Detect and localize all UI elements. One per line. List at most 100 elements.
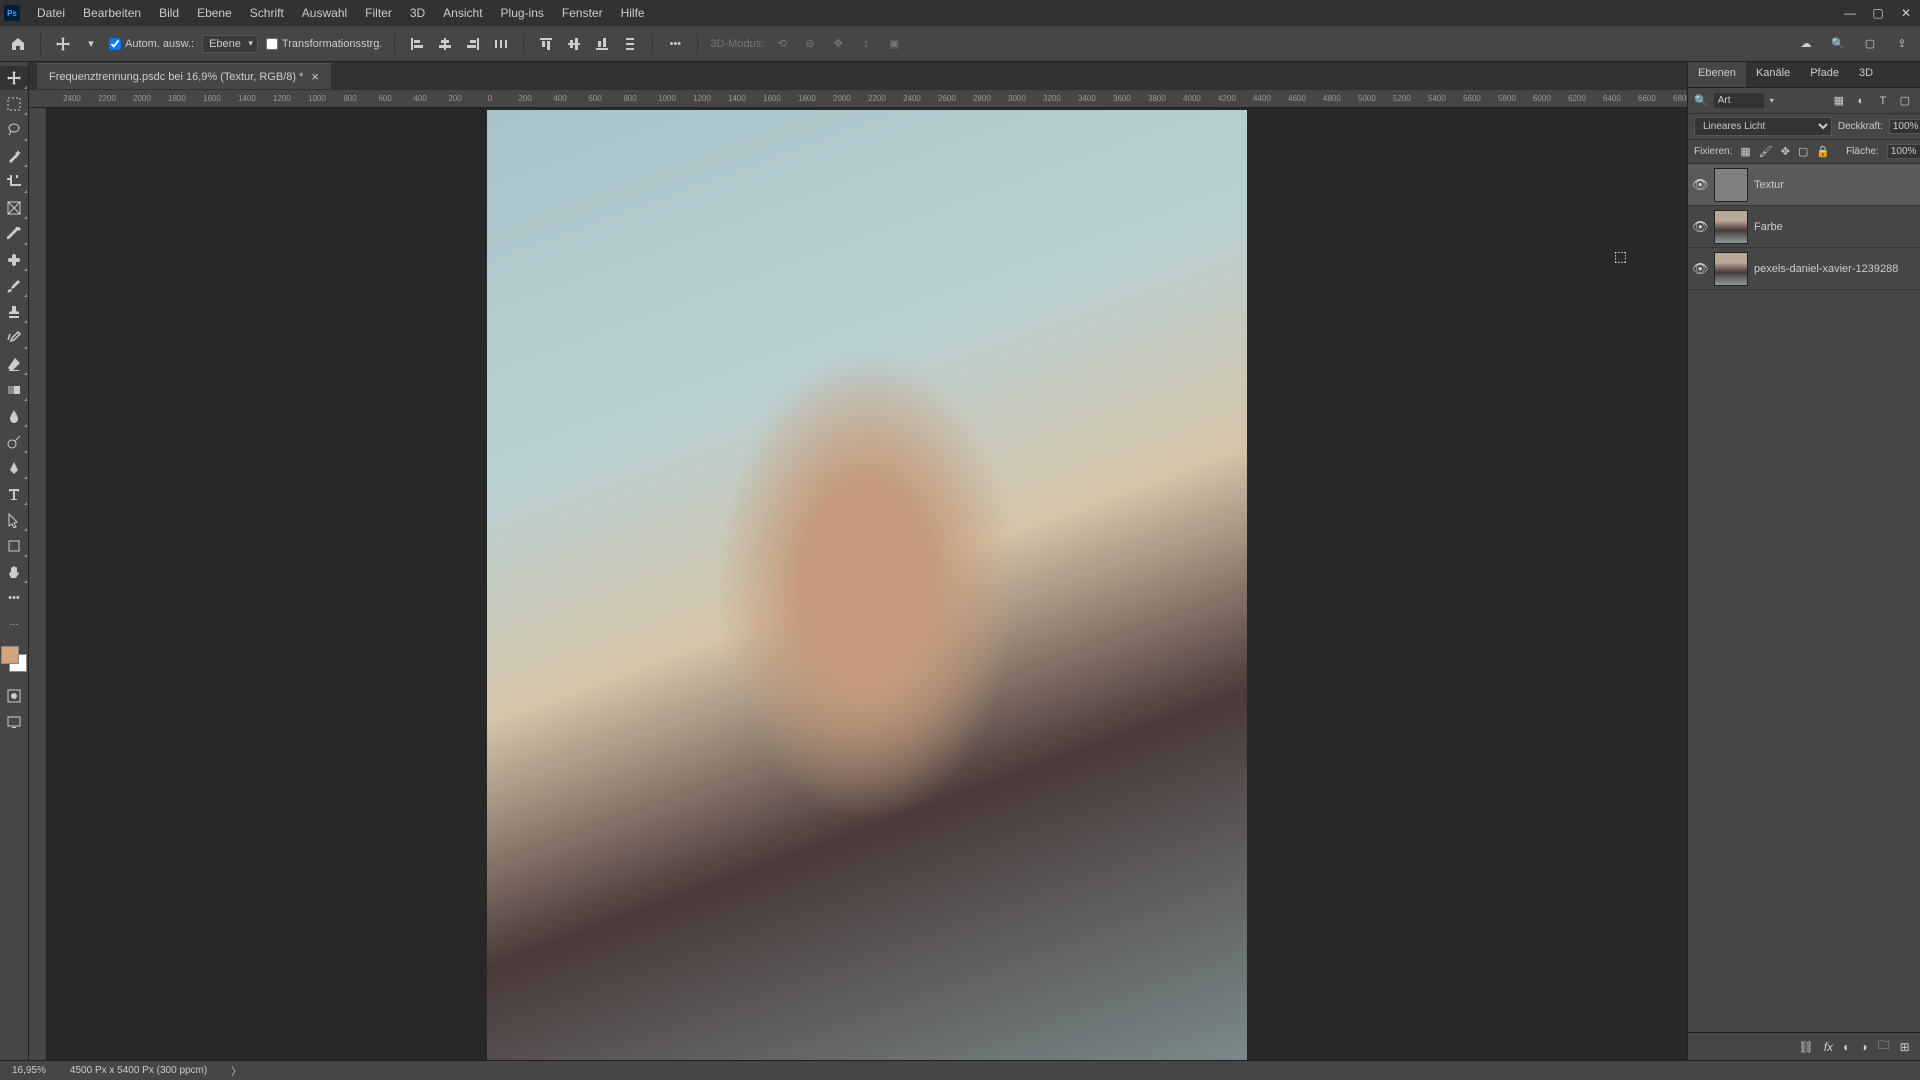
lock-transparency-icon[interactable]: ▦ [1740,145,1750,158]
menu-hilfe[interactable]: Hilfe [612,2,654,24]
canvas[interactable]: ⬚ [47,108,1687,1060]
cloud-docs-icon[interactable]: ☁ [1796,34,1816,54]
path-select-tool[interactable] [0,508,28,532]
move-tool-icon[interactable] [53,34,73,54]
more-tools[interactable]: ••• [0,586,28,610]
tab-kanaele[interactable]: Kanäle [1746,62,1800,87]
layer-thumbnail[interactable] [1714,210,1748,244]
eraser-tool[interactable] [0,352,28,376]
layer-thumbnail[interactable] [1714,252,1748,286]
screen-mode-tool[interactable] [0,710,28,734]
lock-all-icon[interactable]: 🔒 [1816,145,1830,158]
layer-mask-icon[interactable]: ◐ [1843,1040,1850,1054]
document-image[interactable] [487,110,1247,1060]
menu-3d[interactable]: 3D [401,2,434,24]
align-middle-icon[interactable] [564,34,584,54]
menu-auswahl[interactable]: Auswahl [293,2,356,24]
type-tool[interactable] [0,482,28,506]
layer-name[interactable]: Textur [1754,179,1784,191]
new-layer-icon[interactable]: ⊞ [1900,1040,1910,1054]
hand-tool[interactable] [0,560,28,584]
dropdown-icon[interactable]: ▾ [81,34,101,54]
menu-filter[interactable]: Filter [356,2,401,24]
align-left-icon[interactable] [407,34,427,54]
layer-name[interactable]: pexels-daniel-xavier-1239288 [1754,263,1898,275]
workspace-icon[interactable]: ▢ [1860,34,1880,54]
color-swatches[interactable] [1,646,27,672]
layer-visibility-icon[interactable]: 👁 [1692,219,1708,235]
layer-select[interactable]: Ebene [202,35,258,53]
align-top-icon[interactable] [536,34,556,54]
minimize-button[interactable]: — [1840,3,1860,23]
opacity-input[interactable] [1889,119,1920,134]
move-tool[interactable] [0,66,28,90]
filter-pixel-icon[interactable]: ▦ [1831,93,1847,109]
maximize-button[interactable]: ▢ [1868,3,1888,23]
lasso-tool[interactable] [0,118,28,142]
filter-adjust-icon[interactable]: ◐ [1853,93,1869,109]
menu-schrift[interactable]: Schrift [241,2,293,24]
align-right-icon[interactable] [463,34,483,54]
dodge-tool[interactable] [0,430,28,454]
layer-thumbnail[interactable] [1714,168,1748,202]
auto-select-checkbox[interactable]: Autom. ausw.: [109,38,194,50]
healing-tool[interactable] [0,248,28,272]
tab-pfade[interactable]: Pfade [1800,62,1849,87]
distribute-h-icon[interactable] [491,34,511,54]
menu-datei[interactable]: Datei [28,2,74,24]
fill-input[interactable] [1887,144,1920,159]
adjustment-layer-icon[interactable]: ◑ [1860,1040,1867,1054]
wand-tool[interactable] [0,144,28,168]
layer-row[interactable]: 👁 Textur [1688,164,1920,206]
tab-3d[interactable]: 3D [1849,62,1883,87]
edit-toolbar[interactable]: ⋯ [0,612,28,636]
align-center-h-icon[interactable] [435,34,455,54]
align-bottom-icon[interactable] [592,34,612,54]
blur-tool[interactable] [0,404,28,428]
document-dimensions[interactable]: 4500 Px x 5400 Px (300 ppcm) [70,1065,207,1076]
status-chevron-icon[interactable]: 〉 [231,1063,241,1078]
menu-ebene[interactable]: Ebene [188,2,241,24]
lock-position-icon[interactable]: ✥ [1781,145,1790,158]
frame-tool[interactable] [0,196,28,220]
layer-name[interactable]: Farbe [1754,221,1783,233]
zoom-level[interactable]: 16,95% [12,1065,46,1076]
quick-mask-tool[interactable] [0,684,28,708]
layer-visibility-icon[interactable]: 👁 [1692,261,1708,277]
menu-ansicht[interactable]: Ansicht [434,2,491,24]
foreground-color[interactable] [1,646,19,664]
layer-group-icon[interactable]: 🗀 [1878,1036,1890,1057]
filter-type-select[interactable] [1714,93,1764,108]
filter-shape-icon[interactable]: ▢ [1897,93,1913,109]
menu-fenster[interactable]: Fenster [553,2,612,24]
eyedropper-tool[interactable] [0,222,28,246]
lock-artboard-icon[interactable]: ▢ [1798,145,1808,158]
history-brush-tool[interactable] [0,326,28,350]
menu-bearbeiten[interactable]: Bearbeiten [74,2,150,24]
filter-type-icon[interactable]: T [1875,93,1891,109]
layer-row[interactable]: 👁 pexels-daniel-xavier-1239288 [1688,248,1920,290]
stamp-tool[interactable] [0,300,28,324]
search-icon[interactable]: 🔍 [1694,94,1708,107]
brush-tool[interactable] [0,274,28,298]
link-layers-icon[interactable]: ⛓ [1798,1040,1813,1054]
vertical-ruler[interactable] [29,108,47,1060]
tab-ebenen[interactable]: Ebenen [1688,62,1746,87]
layer-style-icon[interactable]: fx [1824,1040,1833,1054]
marquee-tool[interactable] [0,92,28,116]
transform-checkbox[interactable]: Transformationsstrg. [266,38,382,50]
search-icon[interactable]: 🔍 [1828,34,1848,54]
share-icon[interactable]: ⇪ [1892,34,1912,54]
pen-tool[interactable] [0,456,28,480]
close-button[interactable]: ✕ [1896,3,1916,23]
lock-pixels-icon[interactable]: 🖌 [1759,145,1773,158]
shape-tool[interactable] [0,534,28,558]
menu-plugins[interactable]: Plug-ins [492,2,553,24]
horizontal-ruler[interactable]: 2400220020001800160014001200100080060040… [29,90,1687,108]
layer-row[interactable]: 👁 Farbe [1688,206,1920,248]
layer-visibility-icon[interactable]: 👁 [1692,177,1708,193]
crop-tool[interactable] [0,170,28,194]
gradient-tool[interactable] [0,378,28,402]
close-tab-icon[interactable]: × [311,69,319,84]
document-tab[interactable]: Frequenztrennung.psdc bei 16,9% (Textur,… [37,63,331,89]
